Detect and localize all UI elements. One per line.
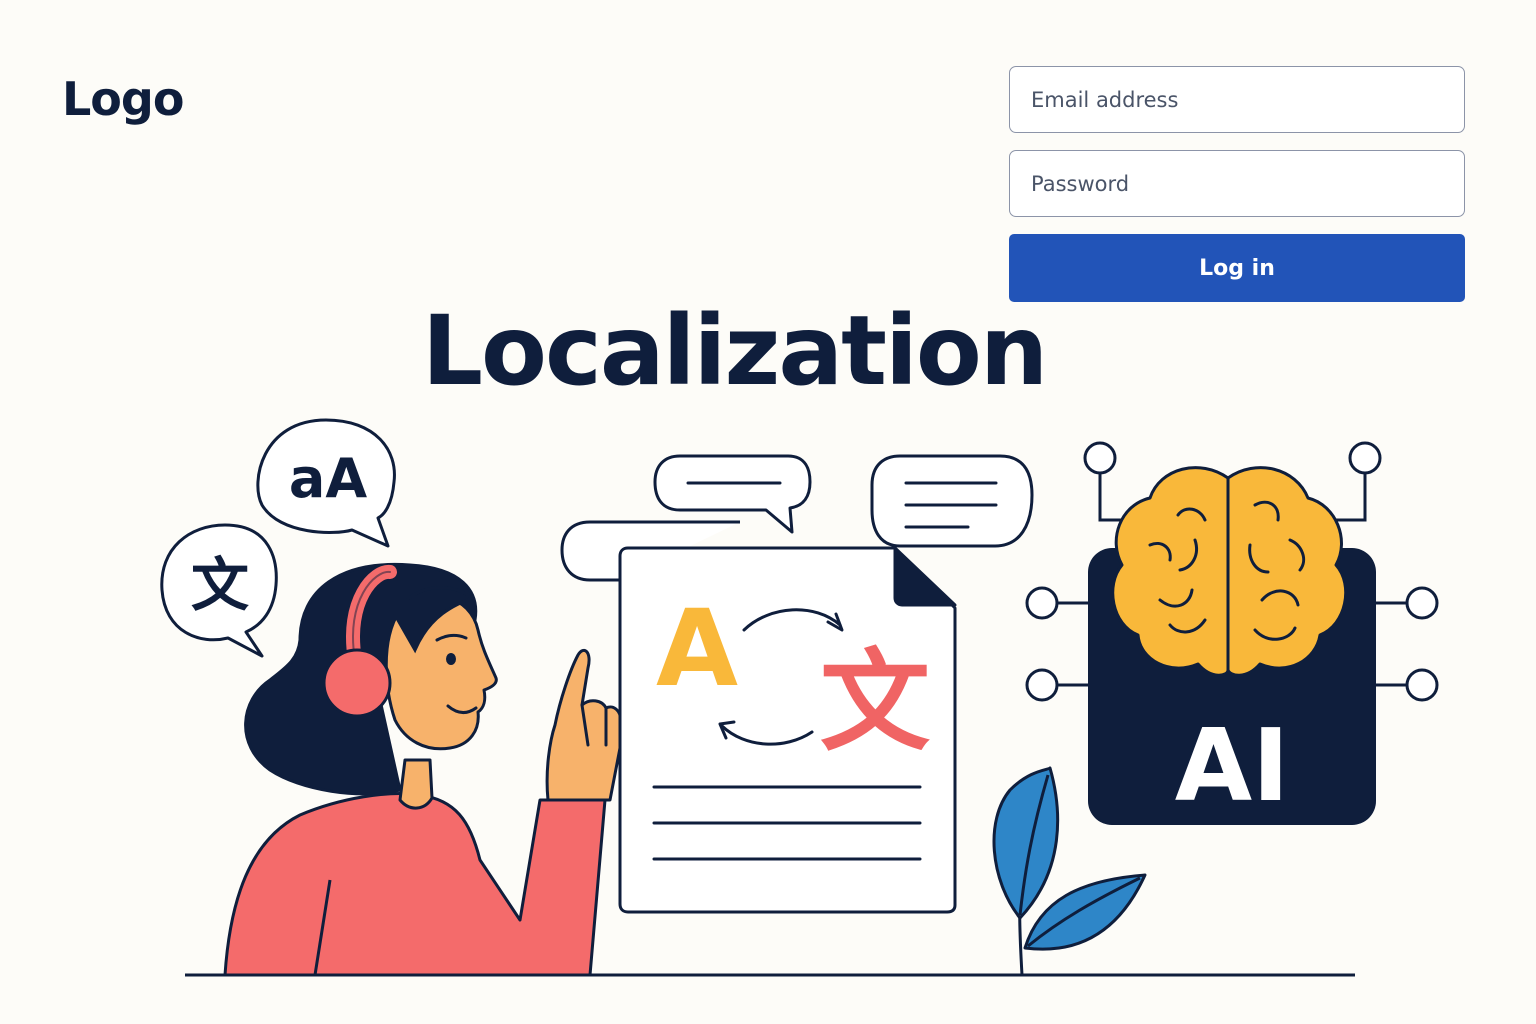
circuit-node-icon bbox=[1083, 441, 1117, 475]
woman-figure bbox=[223, 562, 628, 977]
ai-label: AI bbox=[1175, 707, 1290, 824]
bubble-zh-glyph: 文 bbox=[191, 551, 249, 619]
ai-chip: AI bbox=[1025, 441, 1439, 825]
case-bubble-icon: aA bbox=[256, 418, 396, 548]
brain-icon bbox=[1111, 466, 1348, 677]
circuit-node-icon bbox=[1405, 668, 1439, 702]
circuit-node-icon bbox=[1348, 441, 1382, 475]
chat-bubble-icon bbox=[870, 454, 1034, 548]
doc-letter-latin: A bbox=[656, 587, 738, 710]
circuit-node-icon bbox=[1405, 586, 1439, 620]
circuit-node-icon bbox=[1025, 668, 1059, 702]
circuit-node-icon bbox=[1025, 586, 1059, 620]
headphones-icon bbox=[322, 648, 392, 718]
hero-illustration: 文 aA A 文 AI bbox=[160, 418, 1439, 977]
doc-letter-cjk: 文 bbox=[820, 638, 930, 766]
bubble-aA-text: aA bbox=[289, 447, 367, 510]
translate-bubble-icon: 文 bbox=[160, 523, 278, 658]
document-translate-icon: A 文 bbox=[618, 546, 957, 914]
